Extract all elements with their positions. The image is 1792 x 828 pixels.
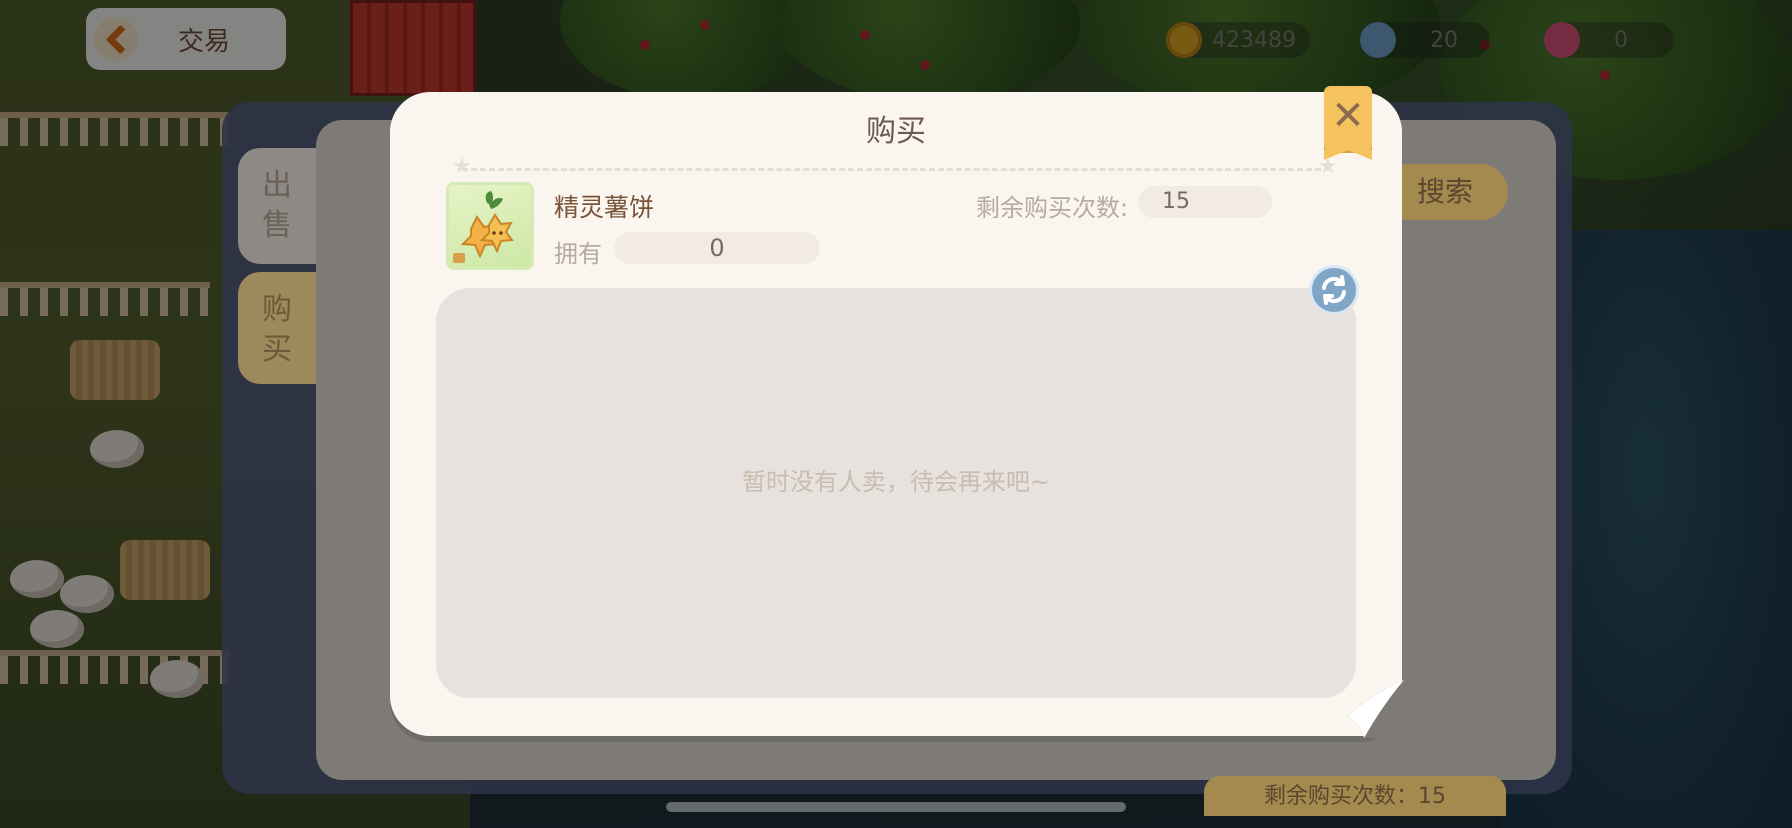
remaining-purchases-value: 15 bbox=[1138, 186, 1272, 218]
tab-sell[interactable]: 出售 bbox=[238, 148, 316, 264]
dialog-title: 购买 bbox=[866, 114, 926, 149]
tab-sell-label: 出售 bbox=[262, 168, 292, 243]
owned-label: 拥有 bbox=[554, 240, 602, 268]
close-icon: ✕ bbox=[1331, 93, 1365, 139]
potato-cake-icon bbox=[446, 182, 534, 270]
home-indicator[interactable] bbox=[666, 802, 1126, 812]
seller-list[interactable]: 暂时没有人卖，待会再来吧~ bbox=[436, 288, 1356, 698]
remaining-purchases-label: 剩余购买次数: bbox=[976, 194, 1129, 222]
empty-list-message: 暂时没有人卖，待会再来吧~ bbox=[741, 468, 1051, 496]
title-divider bbox=[462, 168, 1330, 171]
refresh-button[interactable] bbox=[1312, 268, 1356, 312]
tab-buy[interactable]: 购买 bbox=[238, 272, 316, 384]
refresh-icon bbox=[1322, 275, 1346, 305]
item-name: 精灵薯饼 bbox=[554, 193, 655, 222]
remaining-purchases-footer: 剩余购买次数：15 bbox=[1204, 776, 1506, 816]
owned-count: 0 bbox=[614, 232, 820, 264]
star-decoration-icon: ★ bbox=[452, 154, 472, 179]
page-curl-decoration bbox=[1348, 680, 1404, 738]
item-badge-icon bbox=[453, 253, 465, 263]
tab-buy-label: 购买 bbox=[262, 292, 292, 367]
close-button[interactable]: ✕ bbox=[1324, 86, 1372, 160]
purchase-dialog: 购买 ★ ★ ✕ 精灵薯饼 拥有 0 剩余购买次数: 15 暂时没有人卖，待会再… bbox=[390, 86, 1404, 738]
